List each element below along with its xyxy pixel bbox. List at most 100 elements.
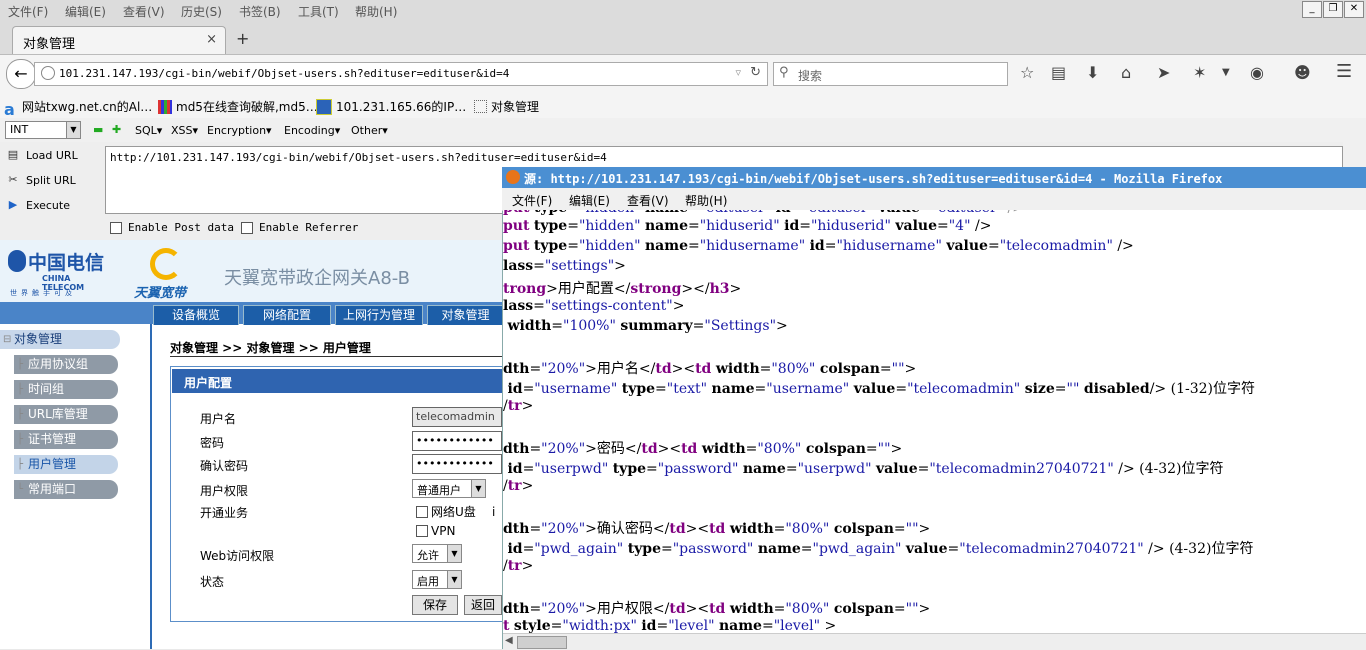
sidebar-item-url-library[interactable]: ├ URL库管理 (14, 405, 118, 424)
hackbar-url-text: http://101.231.147.193/cgi-bin/webif/Obj… (110, 151, 607, 164)
tree-branch-icon: ├ (17, 409, 24, 420)
netdisk-checkbox[interactable]: 网络U盘 (416, 503, 476, 520)
page-icon (474, 100, 487, 113)
permission-label: 用户权限 (200, 484, 249, 498)
source-menu-help[interactable]: 帮助(H) (685, 192, 727, 209)
page-scrollbar[interactable] (1343, 142, 1366, 167)
sidebar-label: 证书管理 (28, 432, 77, 446)
permission-value: 普通用户 (417, 484, 461, 497)
enable-referrer-checkbox[interactable]: Enable Referrer (241, 221, 358, 234)
menu-tools[interactable]: 工具(T) (298, 3, 339, 20)
plus-icon[interactable]: ✚ (112, 123, 121, 136)
sidebar-item-user-management[interactable]: ├ 用户管理 (14, 455, 118, 474)
back-arrow-icon[interactable]: ← (6, 59, 36, 89)
hamburger-menu-icon[interactable]: ☰ (1336, 61, 1352, 82)
download-icon[interactable]: ⬇ (1086, 63, 1099, 82)
tab-object-management[interactable]: 对象管理 × (12, 26, 226, 55)
extension-icon[interactable]: ✶ (1193, 63, 1206, 82)
tab-device-overview[interactable]: 设备概览 (153, 305, 239, 325)
chat-icon[interactable]: ☻ (1294, 63, 1311, 82)
confirm-password-label: 确认密码 (200, 459, 249, 473)
reload-icon[interactable]: ↻ (750, 65, 761, 80)
home-icon[interactable]: ⌂ (1121, 63, 1131, 82)
reading-list-icon[interactable]: ▤ (1051, 63, 1066, 82)
enable-referrer-label: Enable Referrer (259, 221, 359, 234)
vpn-label: VPN (431, 524, 456, 538)
tab-internet-behavior[interactable]: 上网行为管理 (335, 305, 423, 325)
source-menu-edit[interactable]: 编辑(E) (569, 192, 610, 209)
new-tab-icon[interactable]: + (236, 29, 249, 48)
hackbar-encryption-menu[interactable]: Encryption▾ (207, 124, 272, 137)
enable-post-label: Enable Post data (128, 221, 234, 234)
scroll-left-icon[interactable]: ◀ (505, 635, 513, 646)
minus-icon[interactable]: ▬ (93, 123, 103, 136)
bookmark-a-icon: a (4, 99, 15, 119)
view-source-titlebar[interactable]: 源: http://101.231.147.193/cgi-bin/webif/… (502, 167, 1366, 188)
source-line: id="userpwd" type="password" name="userp… (507, 461, 1224, 477)
hackbar-xss-menu[interactable]: XSS▾ (171, 124, 198, 137)
hackbar-encoding-menu[interactable]: Encoding▾ (284, 124, 340, 137)
username-field[interactable]: telecomadmin (412, 407, 502, 427)
play-icon: ▶ (8, 198, 18, 211)
permission-select[interactable]: 普通用户 ▼ (412, 479, 486, 498)
scissors-icon: ✂ (8, 173, 18, 186)
tab-close-icon[interactable]: × (206, 32, 217, 47)
dropdown-icon[interactable]: ▼ (1222, 67, 1230, 78)
menu-help[interactable]: 帮助(H) (355, 3, 397, 20)
source-menu-file[interactable]: 文件(F) (512, 192, 552, 209)
hackbar-other-menu[interactable]: Other▾ (351, 124, 388, 137)
status-label: 状态 (200, 575, 225, 589)
split-url-button[interactable]: ✂ Split URL (6, 173, 75, 187)
type-select[interactable]: INT ▼ (5, 121, 81, 139)
password-field[interactable]: •••••••••••• (412, 431, 502, 451)
tab-object-management[interactable]: 对象管理 (427, 305, 504, 325)
save-button[interactable]: 保存 (412, 595, 458, 615)
enable-post-checkbox[interactable]: Enable Post data (110, 221, 234, 234)
minimize-button[interactable]: _ (1302, 1, 1322, 18)
url-bar[interactable]: 101.231.147.193/cgi-bin/webif/Objset-use… (34, 62, 768, 86)
bookmark-1[interactable]: a 网站txwg.net.cn的Al… (4, 98, 152, 119)
menu-file[interactable]: 文件(F) (8, 3, 48, 20)
username-value: telecomadmin (416, 410, 495, 423)
services-label: 开通业务 (200, 506, 249, 520)
sidebar-item-app-protocol[interactable]: ├ 应用协议组 (14, 355, 118, 374)
close-window-button[interactable]: ✕ (1344, 1, 1364, 18)
sidebar-item-certificate[interactable]: ├ 证书管理 (14, 430, 118, 449)
menu-view[interactable]: 查看(V) (123, 3, 165, 20)
sidebar-item-time-group[interactable]: ├ 时间组 (14, 380, 118, 399)
status-select[interactable]: 启用 ▼ (412, 570, 462, 589)
menu-bookmarks[interactable]: 书签(B) (239, 3, 281, 20)
tab-title: 对象管理 (23, 37, 76, 52)
execute-button[interactable]: ▶ Execute (6, 198, 70, 212)
sidebar-item-object-management[interactable]: ⊟ 对象管理 (0, 330, 120, 349)
bookmark-4[interactable]: 对象管理 (474, 98, 539, 115)
source-code-view[interactable]: put type="hidden" name="edituser" id="ed… (503, 210, 1366, 633)
web-access-select[interactable]: 允许 ▼ (412, 544, 462, 563)
web-access-label: Web访问权限 (200, 549, 275, 563)
source-line: trong>用户配置</strong></h3> (503, 281, 742, 297)
menu-edit[interactable]: 编辑(E) (65, 3, 106, 20)
search-input[interactable]: ⚲ 搜索 (773, 62, 1008, 86)
confirm-password-field[interactable]: •••••••••••• (412, 454, 502, 474)
vpn-checkbox[interactable]: VPN (416, 524, 455, 538)
bookmark-3[interactable]: 101.231.165.66的IP… (316, 98, 466, 115)
sidebar-item-common-ports[interactable]: └ 常用端口 (14, 480, 118, 499)
bookmark-2[interactable]: md5在线查询破解,md5… (158, 98, 318, 115)
checkbox-box (241, 221, 253, 234)
load-url-button[interactable]: ▤ Load URL (6, 148, 78, 162)
star-bookmark-icon[interactable]: ☆ (1020, 63, 1034, 82)
url-history-dropdown-icon[interactable]: ▿ (735, 66, 741, 79)
url-text: 101.231.147.193/cgi-bin/webif/Objset-use… (59, 67, 510, 80)
hackbar-sql-menu[interactable]: SQL▾ (135, 124, 162, 137)
horizontal-scrollbar[interactable]: ◀ (503, 633, 1366, 650)
source-menu-view[interactable]: 查看(V) (627, 192, 669, 209)
tianyi-logo: 天翼宽带 (134, 246, 204, 301)
back-button[interactable]: 返回 (464, 595, 502, 615)
restore-button[interactable]: ❐ (1323, 1, 1343, 18)
chevron-down-icon: ▼ (471, 480, 485, 497)
tab-network-config[interactable]: 网络配置 (243, 305, 331, 325)
scrollbar-thumb[interactable] (517, 636, 567, 649)
send-icon[interactable]: ➤ (1157, 63, 1170, 82)
addon-icon[interactable]: ◉ (1250, 63, 1264, 82)
menu-history[interactable]: 历史(S) (181, 3, 222, 20)
